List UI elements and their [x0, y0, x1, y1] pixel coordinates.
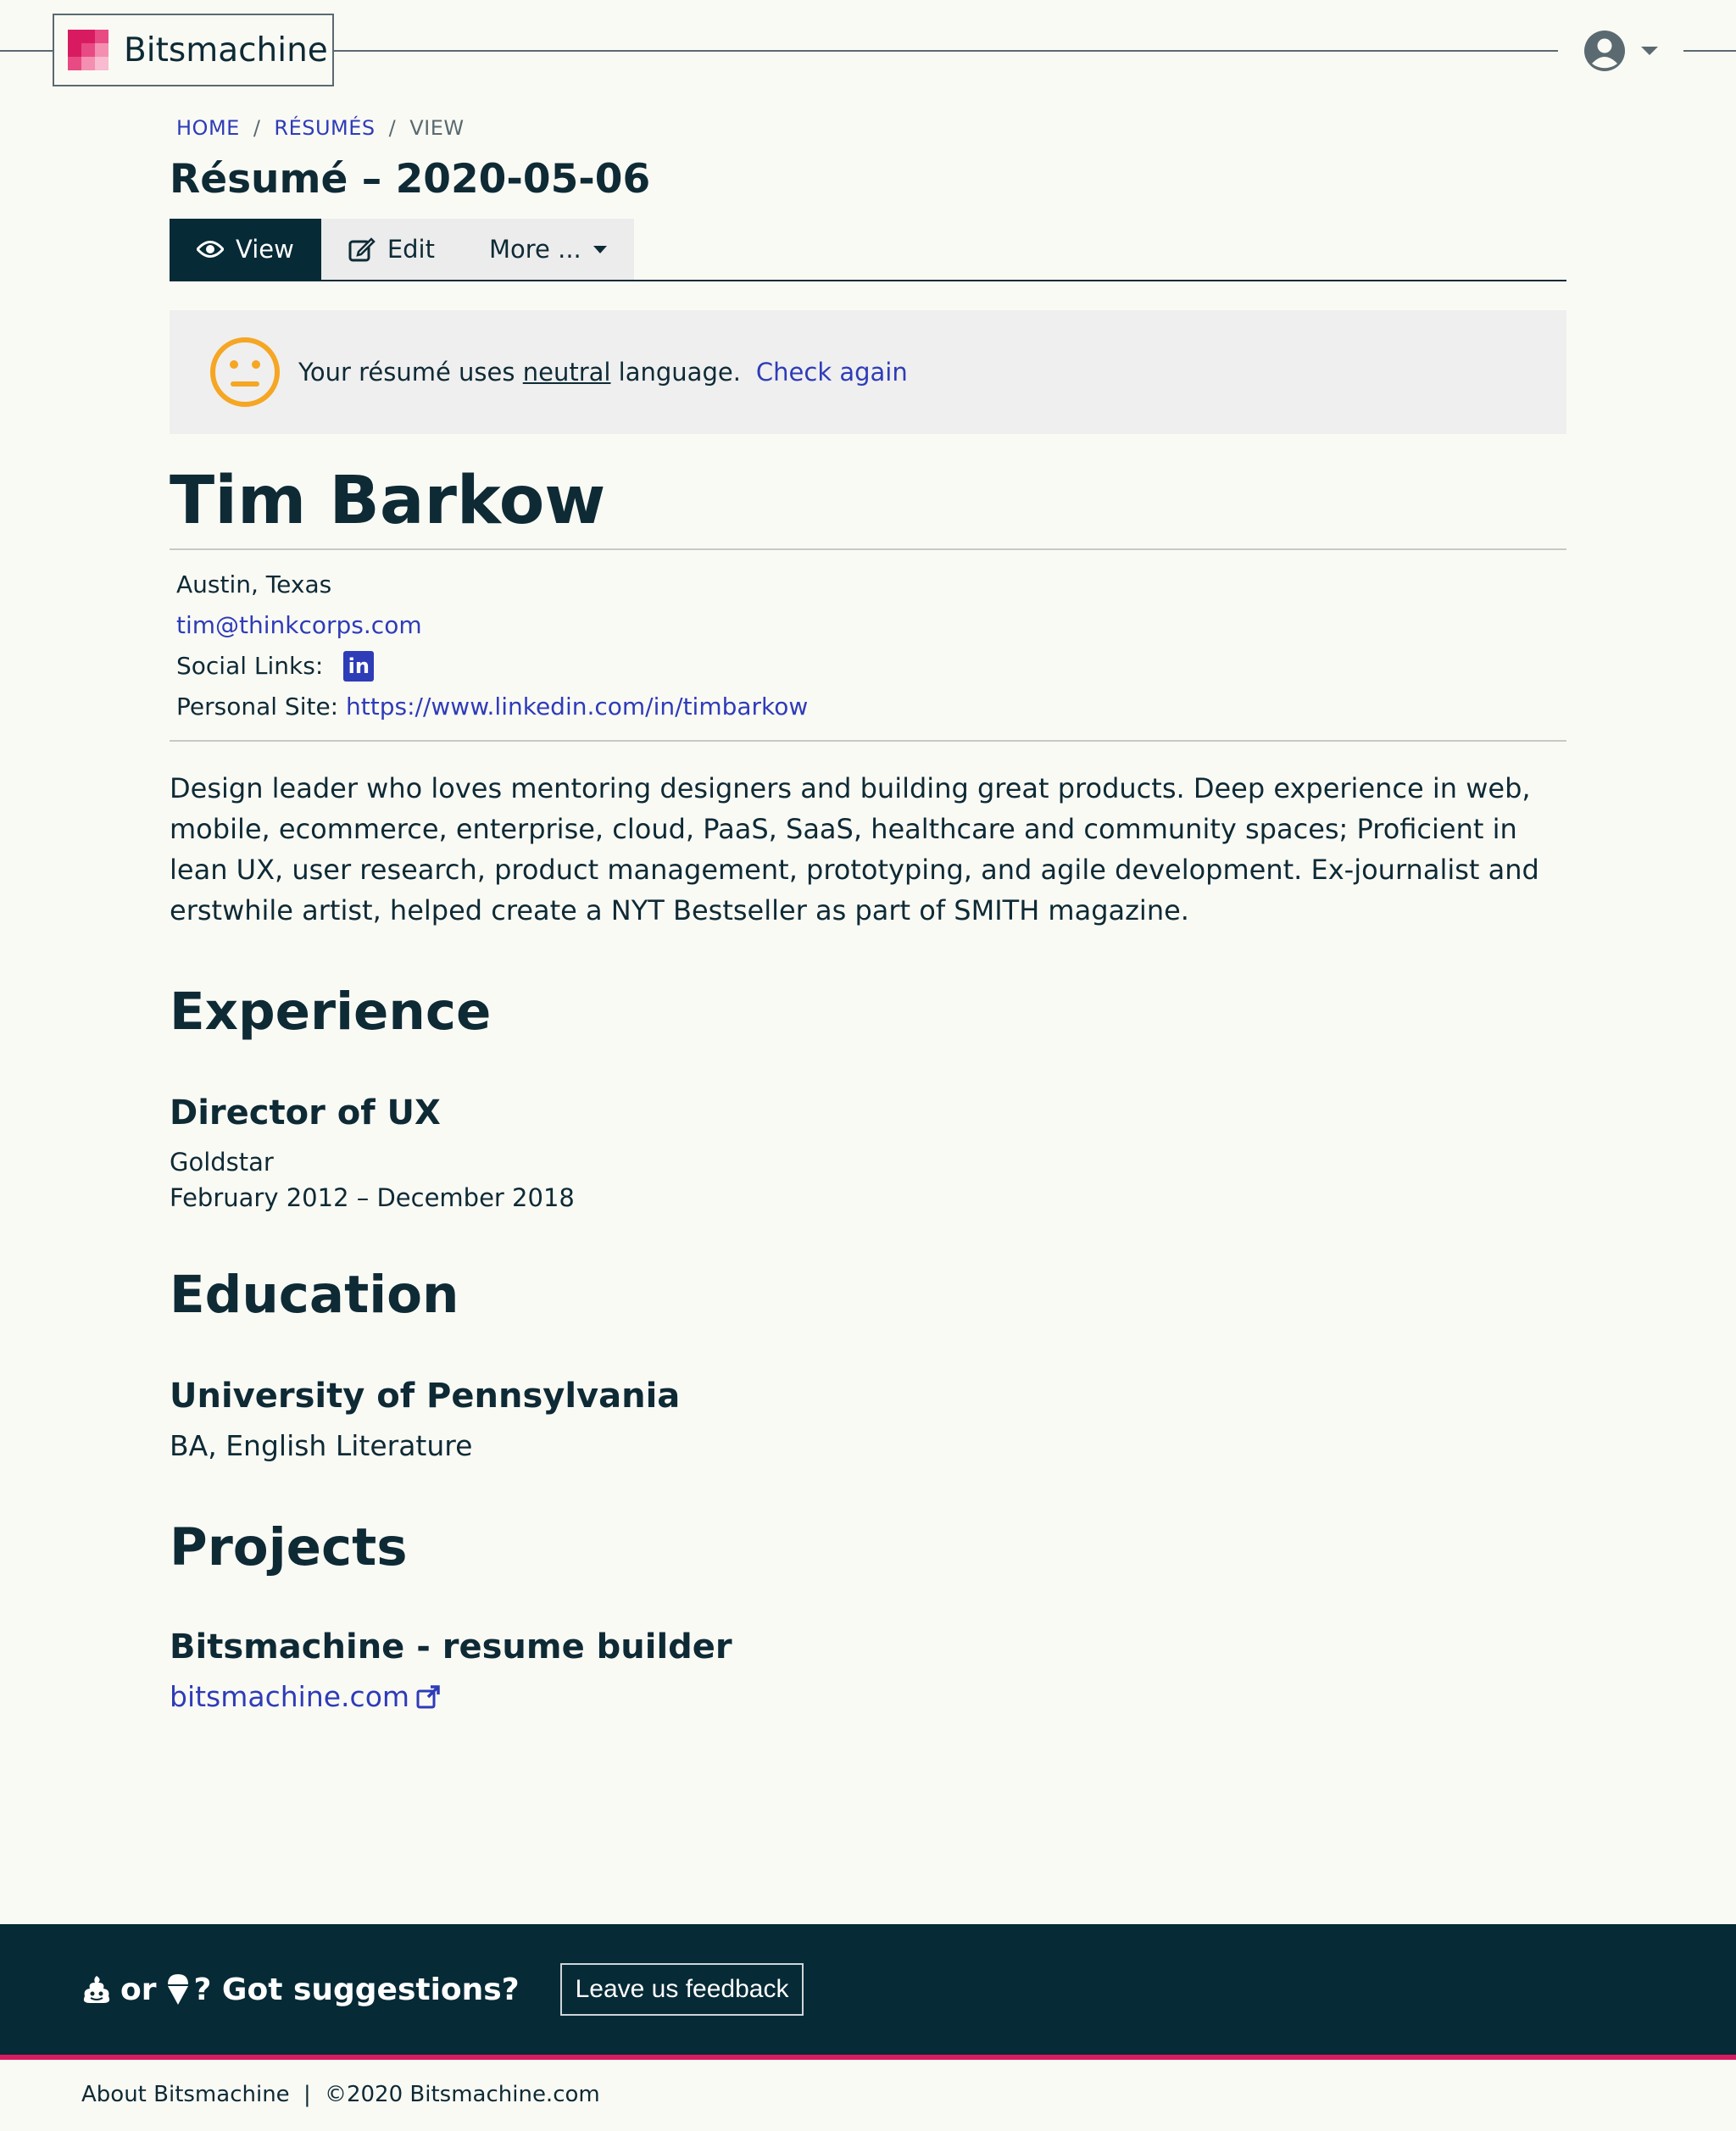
chevron-down-icon [1641, 47, 1658, 55]
social-links-label: Social Links: [176, 652, 324, 680]
divider [170, 740, 1566, 742]
experience-heading: Experience [170, 982, 492, 1042]
breadcrumb-separator: / [253, 116, 261, 140]
caret-down-icon [593, 245, 607, 253]
resume-tabs: View Edit More ... [170, 219, 1566, 281]
user-menu-toggle[interactable] [1558, 17, 1683, 85]
project-link-row: bitsmachine.com [170, 1680, 1566, 1713]
edit-icon [348, 237, 376, 262]
alert-text-suffix: language. [618, 358, 741, 387]
resume-name: Tim Barkow [170, 463, 606, 539]
poop-icon [83, 1976, 110, 2003]
brand-logo-link[interactable]: Bitsmachine [53, 14, 334, 86]
personal-site-label: Personal Site: [176, 693, 339, 721]
alert-text-prefix: Your résumé uses [298, 358, 515, 387]
alert-keyword: neutral [522, 358, 611, 387]
breadcrumb-home[interactable]: HOME [176, 116, 240, 140]
feedback-bar: or ? Got suggestions? Leave us feedback [0, 1924, 1736, 2060]
user-circle-icon [1584, 31, 1625, 71]
job-dates: February 2012 – December 2018 [170, 1183, 575, 1212]
tab-edit-label: Edit [387, 235, 435, 264]
brand-name: Bitsmachine [124, 31, 328, 70]
footer-divider: | [303, 2082, 311, 2107]
feedback-question-text: ? Got suggestions? [193, 1972, 520, 2007]
contact-block: Austin, Texas tim@thinkcorps.com Social … [170, 565, 1566, 727]
brand-logo-icon [68, 30, 108, 70]
breadcrumb-separator: / [388, 116, 397, 140]
leave-feedback-button[interactable]: Leave us feedback [559, 1963, 804, 2016]
project-link[interactable]: bitsmachine.com [170, 1680, 409, 1713]
copyright: ©2020 Bitsmachine.com [324, 2082, 600, 2107]
resume-summary: Design leader who loves mentoring design… [170, 772, 1539, 926]
project-name: Bitsmachine - resume builder [170, 1627, 732, 1666]
school-degree: BA, English Literature [170, 1429, 473, 1462]
tab-more-dropdown[interactable]: More ... [462, 219, 634, 280]
school-name: University of Pennsylvania [170, 1377, 681, 1416]
tab-more-label: More ... [489, 235, 581, 264]
tab-view[interactable]: View [170, 219, 321, 280]
email-link[interactable]: tim@thinkcorps.com [176, 605, 422, 646]
bottom-footer: About Bitsmachine | ©2020 Bitsmachine.co… [81, 2082, 600, 2107]
education-heading: Education [170, 1265, 459, 1325]
breadcrumb-resumes[interactable]: RÉSUMÉS [274, 116, 375, 140]
feedback-or: or [120, 1972, 157, 2007]
personal-site-link[interactable]: https://www.linkedin.com/in/timbarkow [346, 687, 808, 727]
about-link[interactable]: About Bitsmachine [81, 2082, 290, 2107]
feedback-question: or ? Got suggestions? [81, 1972, 520, 2007]
job-company: Goldstar [170, 1148, 274, 1177]
page-title: Résumé – 2020-05-06 [170, 156, 651, 203]
language-check-alert: Your résumé uses neutral language. Check… [170, 310, 1566, 434]
breadcrumb-current: VIEW [409, 116, 465, 140]
divider [170, 548, 1566, 550]
tab-view-label: View [236, 235, 294, 264]
external-link-icon[interactable] [416, 1684, 440, 1709]
neutral-face-icon [210, 337, 280, 407]
check-again-link[interactable]: Check again [756, 358, 908, 387]
breadcrumb: HOME / RÉSUMÉS / VIEW [170, 114, 1566, 142]
job-title: Director of UX [170, 1093, 441, 1132]
location: Austin, Texas [176, 570, 332, 598]
linkedin-icon[interactable]: in [343, 651, 375, 682]
projects-heading: Projects [170, 1517, 408, 1577]
tab-edit[interactable]: Edit [320, 219, 462, 280]
eye-icon [197, 241, 224, 258]
ice-cream-icon [167, 1974, 188, 2005]
